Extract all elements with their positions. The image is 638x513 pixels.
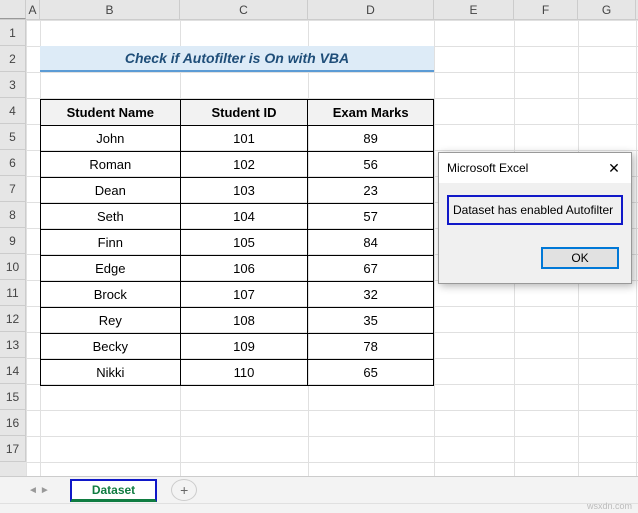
column-headers-row: ABCDEFG bbox=[0, 0, 638, 20]
data-table: Student Name Student ID Exam Marks John1… bbox=[40, 99, 434, 386]
cell-marks[interactable]: 23 bbox=[308, 178, 434, 204]
row-header-3[interactable]: 3 bbox=[0, 72, 26, 98]
col-header-a[interactable]: A bbox=[26, 0, 40, 19]
message-dialog: Microsoft Excel ✕ Dataset has enabled Au… bbox=[438, 152, 632, 284]
cell-id[interactable]: 106 bbox=[180, 256, 308, 282]
row-header-8[interactable]: 8 bbox=[0, 202, 26, 228]
table-row[interactable]: Becky10978 bbox=[41, 334, 434, 360]
sheet-tab-strip: ◄ ► Dataset + bbox=[0, 476, 638, 503]
dialog-body: Dataset has enabled Autofilter bbox=[439, 183, 631, 237]
tab-nav[interactable]: ◄ ► bbox=[28, 485, 50, 496]
header-marks[interactable]: Exam Marks bbox=[308, 100, 434, 126]
cell-marks[interactable]: 78 bbox=[308, 334, 434, 360]
chevron-right-icon[interactable]: ► bbox=[40, 485, 50, 496]
sheet-tab-label: Dataset bbox=[92, 483, 135, 497]
cell-marks[interactable]: 89 bbox=[308, 126, 434, 152]
cell-marks[interactable]: 57 bbox=[308, 204, 434, 230]
row-header-10[interactable]: 10 bbox=[0, 254, 26, 280]
cell-name[interactable]: Rey bbox=[41, 308, 181, 334]
col-header-c[interactable]: C bbox=[180, 0, 308, 19]
cell-id[interactable]: 110 bbox=[180, 360, 308, 386]
status-bar bbox=[0, 503, 638, 513]
table-row[interactable]: Seth10457 bbox=[41, 204, 434, 230]
cell-name[interactable]: Finn bbox=[41, 230, 181, 256]
cell-name[interactable]: Dean bbox=[41, 178, 181, 204]
row-header-2[interactable]: 2 bbox=[0, 46, 26, 72]
col-header-g[interactable]: G bbox=[578, 0, 636, 19]
chevron-left-icon[interactable]: ◄ bbox=[28, 485, 38, 496]
row-header-16[interactable]: 16 bbox=[0, 410, 26, 436]
header-id[interactable]: Student ID bbox=[180, 100, 308, 126]
row-header-17[interactable]: 17 bbox=[0, 436, 26, 462]
cell-marks[interactable]: 35 bbox=[308, 308, 434, 334]
cell-id[interactable]: 101 bbox=[180, 126, 308, 152]
table-row[interactable]: John10189 bbox=[41, 126, 434, 152]
cell-name[interactable]: Nikki bbox=[41, 360, 181, 386]
sheet-tab-dataset[interactable]: Dataset bbox=[70, 479, 157, 502]
table-row[interactable]: Rey10835 bbox=[41, 308, 434, 334]
cell-name[interactable]: John bbox=[41, 126, 181, 152]
row-header-12[interactable]: 12 bbox=[0, 306, 26, 332]
row-header-7[interactable]: 7 bbox=[0, 176, 26, 202]
table-row[interactable]: Nikki11065 bbox=[41, 360, 434, 386]
row-headers: 1234567891011121314151617 bbox=[0, 20, 26, 476]
row-header-6[interactable]: 6 bbox=[0, 150, 26, 176]
cell-name[interactable]: Edge bbox=[41, 256, 181, 282]
cell-name[interactable]: Brock bbox=[41, 282, 181, 308]
row-header-15[interactable]: 15 bbox=[0, 384, 26, 410]
dialog-footer: OK bbox=[439, 237, 631, 283]
dialog-title-text: Microsoft Excel bbox=[447, 161, 528, 175]
table-body: John10189Roman10256Dean10323Seth10457Fin… bbox=[41, 126, 434, 386]
row-header-13[interactable]: 13 bbox=[0, 332, 26, 358]
close-icon[interactable]: ✕ bbox=[603, 157, 625, 179]
table-row[interactable]: Dean10323 bbox=[41, 178, 434, 204]
col-header-b[interactable]: B bbox=[40, 0, 180, 19]
col-header-d[interactable]: D bbox=[308, 0, 434, 19]
row-header-4[interactable]: 4 bbox=[0, 98, 26, 124]
header-name[interactable]: Student Name bbox=[41, 100, 181, 126]
cell-marks[interactable]: 67 bbox=[308, 256, 434, 282]
row-header-1[interactable]: 1 bbox=[0, 20, 26, 46]
table-row[interactable]: Finn10584 bbox=[41, 230, 434, 256]
cell-marks[interactable]: 56 bbox=[308, 152, 434, 178]
table-header-row: Student Name Student ID Exam Marks bbox=[41, 100, 434, 126]
dialog-titlebar[interactable]: Microsoft Excel ✕ bbox=[439, 153, 631, 183]
table-row[interactable]: Roman10256 bbox=[41, 152, 434, 178]
ok-button[interactable]: OK bbox=[541, 247, 619, 269]
row-header-14[interactable]: 14 bbox=[0, 358, 26, 384]
cell-id[interactable]: 107 bbox=[180, 282, 308, 308]
title-banner: Check if Autofilter is On with VBA bbox=[40, 46, 434, 72]
table-row[interactable]: Brock10732 bbox=[41, 282, 434, 308]
cell-name[interactable]: Roman bbox=[41, 152, 181, 178]
plus-icon: + bbox=[180, 482, 188, 498]
cell-marks[interactable]: 84 bbox=[308, 230, 434, 256]
dialog-message: Dataset has enabled Autofilter bbox=[447, 195, 623, 225]
select-all-corner[interactable] bbox=[0, 0, 26, 19]
table-row[interactable]: Edge10667 bbox=[41, 256, 434, 282]
add-sheet-button[interactable]: + bbox=[171, 479, 197, 501]
cell-id[interactable]: 108 bbox=[180, 308, 308, 334]
row-header-9[interactable]: 9 bbox=[0, 228, 26, 254]
row-header-5[interactable]: 5 bbox=[0, 124, 26, 150]
cell-id[interactable]: 105 bbox=[180, 230, 308, 256]
col-header-e[interactable]: E bbox=[434, 0, 514, 19]
cell-name[interactable]: Seth bbox=[41, 204, 181, 230]
cell-marks[interactable]: 32 bbox=[308, 282, 434, 308]
watermark: wsxdn.com bbox=[587, 501, 632, 511]
cell-id[interactable]: 103 bbox=[180, 178, 308, 204]
title-text: Check if Autofilter is On with VBA bbox=[125, 50, 349, 66]
col-header-f[interactable]: F bbox=[514, 0, 578, 19]
row-header-11[interactable]: 11 bbox=[0, 280, 26, 306]
cell-id[interactable]: 102 bbox=[180, 152, 308, 178]
cell-marks[interactable]: 65 bbox=[308, 360, 434, 386]
cell-name[interactable]: Becky bbox=[41, 334, 181, 360]
cell-id[interactable]: 109 bbox=[180, 334, 308, 360]
cell-id[interactable]: 104 bbox=[180, 204, 308, 230]
